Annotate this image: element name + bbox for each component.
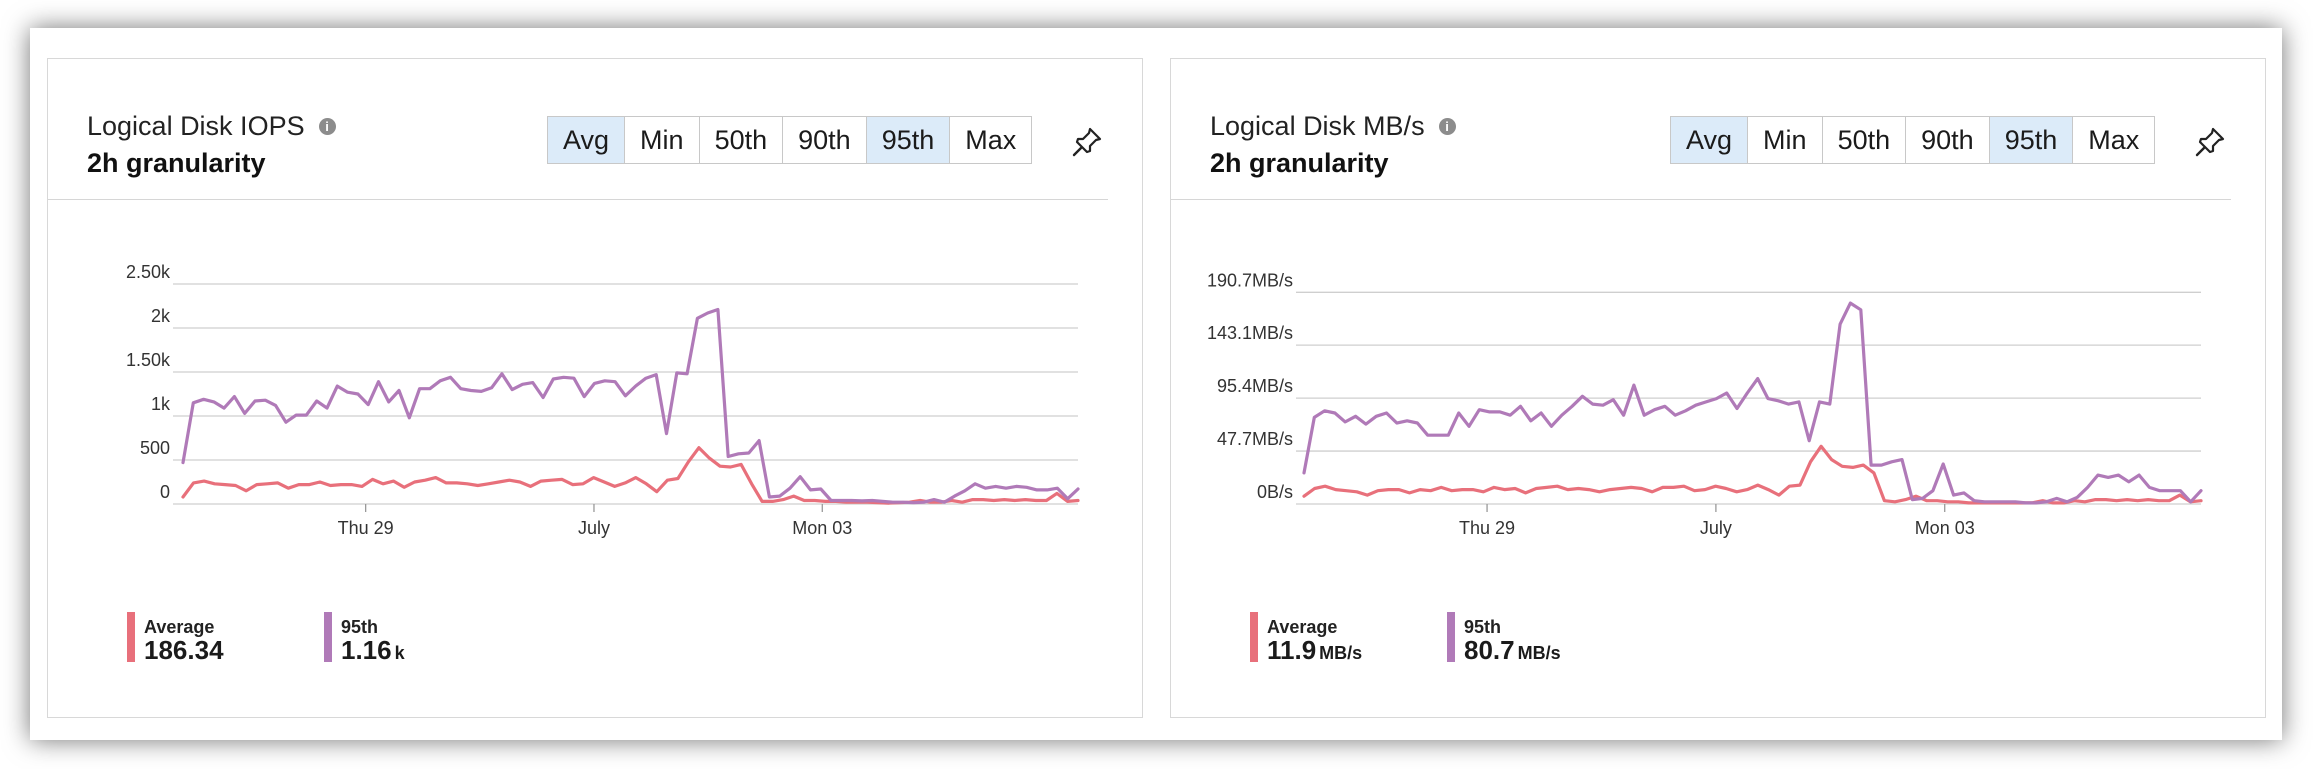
agg-50th-button[interactable]: 50th — [1822, 117, 1907, 163]
info-icon[interactable]: i — [318, 118, 336, 135]
card-title-text: Logical Disk IOPS — [87, 111, 305, 141]
x-tick-label: Thu 29 — [1459, 518, 1515, 538]
y-tick-label: 2.50k — [126, 262, 171, 282]
pin-icon[interactable] — [2193, 125, 2227, 159]
y-tick-label: 500 — [140, 438, 170, 458]
y-tick-label: 1k — [151, 394, 171, 414]
x-tick-label: Mon 03 — [1915, 518, 1975, 538]
card-title: Logical Disk IOPS i — [87, 111, 336, 142]
agg-avg-button[interactable]: Avg — [548, 117, 626, 163]
legend-95th-swatch — [1447, 612, 1455, 662]
x-tick-label: Mon 03 — [792, 518, 852, 538]
agg-max-button[interactable]: Max — [2073, 117, 2155, 163]
card-subtitle: 2h granularity — [1210, 148, 1389, 178]
legend-average-number: 11.9 — [1267, 635, 1317, 665]
y-tick-label: 2k — [151, 306, 171, 326]
legend-average-number: 186.34 — [144, 635, 224, 665]
legend-average-swatch — [1250, 612, 1258, 662]
y-tick-label: 95.4MB/s — [1217, 376, 1293, 396]
card-subtitle: 2h granularity — [87, 148, 266, 178]
series-line-95th — [1302, 301, 2203, 505]
mbps-chart: 0B/s 47.7MB/s 95.4MB/s 143.1MB/s 190.7MB/s Th… — [1207, 270, 2203, 538]
info-icon[interactable]: i — [1438, 118, 1456, 135]
agg-50th-button[interactable]: 50th — [699, 117, 784, 163]
agg-95th-button[interactable]: 95th — [866, 117, 951, 163]
agg-90th-button[interactable]: 90th — [1906, 117, 1990, 163]
legend-95th-value: 80.7 MB/s — [1464, 636, 1561, 667]
x-tick-label: Thu 29 — [338, 518, 394, 538]
iops-chart: 0 500 1k 1.50k 2k 2.50k Thu 29 July Mon 03 — [126, 262, 1080, 538]
y-tick-label: 143.1MB/s — [1207, 323, 1293, 343]
x-tick-label: July — [1700, 518, 1732, 538]
agg-90th-button[interactable]: 90th — [783, 117, 867, 163]
aggregation-selector: Avg Min 50th 90th 95th Max — [547, 116, 1033, 164]
agg-min-button[interactable]: Min — [1748, 117, 1823, 163]
agg-min-button[interactable]: Min — [625, 117, 700, 163]
agg-max-button[interactable]: Max — [950, 117, 1032, 163]
series-line-average — [1302, 444, 2203, 505]
legend-95th-unit: MB/s — [1517, 643, 1561, 663]
legend-average-value: 11.9 MB/s — [1267, 636, 1362, 667]
legend-95th-number: 1.16 — [341, 635, 392, 665]
dashboard-frame: Logical Disk IOPS i 2h granularity Avg M… — [30, 28, 2282, 740]
legend-average-unit: MB/s — [1319, 643, 1363, 663]
y-tick-label: 0B/s — [1257, 482, 1293, 502]
card-header: Logical Disk IOPS i 2h granularity Avg M… — [48, 59, 1108, 200]
y-tick-label: 1.50k — [126, 350, 171, 370]
x-tick-label: July — [578, 518, 610, 538]
card-title-text: Logical Disk MB/s — [1210, 111, 1425, 141]
legend-95th-unit: k — [394, 643, 405, 663]
legend-95th-value: 1.16 k — [341, 636, 405, 667]
agg-95th-button[interactable]: 95th — [1989, 117, 2074, 163]
card-header: Logical Disk MB/s i 2h granularity Avg M… — [1171, 59, 2231, 200]
pin-icon[interactable] — [1070, 125, 1104, 159]
series-line-average — [181, 446, 1080, 505]
y-tick-label: 190.7MB/s — [1207, 270, 1293, 290]
y-tick-label: 47.7MB/s — [1217, 429, 1293, 449]
mbps-card: Logical Disk MB/s i 2h granularity Avg M… — [1170, 58, 2266, 718]
legend-95th-number: 80.7 — [1464, 635, 1515, 665]
agg-avg-button[interactable]: Avg — [1671, 117, 1749, 163]
series-line-95th — [181, 307, 1080, 505]
legend-average-value: 186.34 — [144, 636, 227, 667]
y-tick-label: 0 — [160, 482, 170, 502]
aggregation-selector: Avg Min 50th 90th 95th Max — [1670, 116, 2156, 164]
card-title: Logical Disk MB/s i — [1210, 111, 1456, 142]
iops-card: Logical Disk IOPS i 2h granularity Avg M… — [47, 58, 1143, 718]
legend-95th-swatch — [324, 612, 332, 662]
legend-average-swatch — [127, 612, 135, 662]
